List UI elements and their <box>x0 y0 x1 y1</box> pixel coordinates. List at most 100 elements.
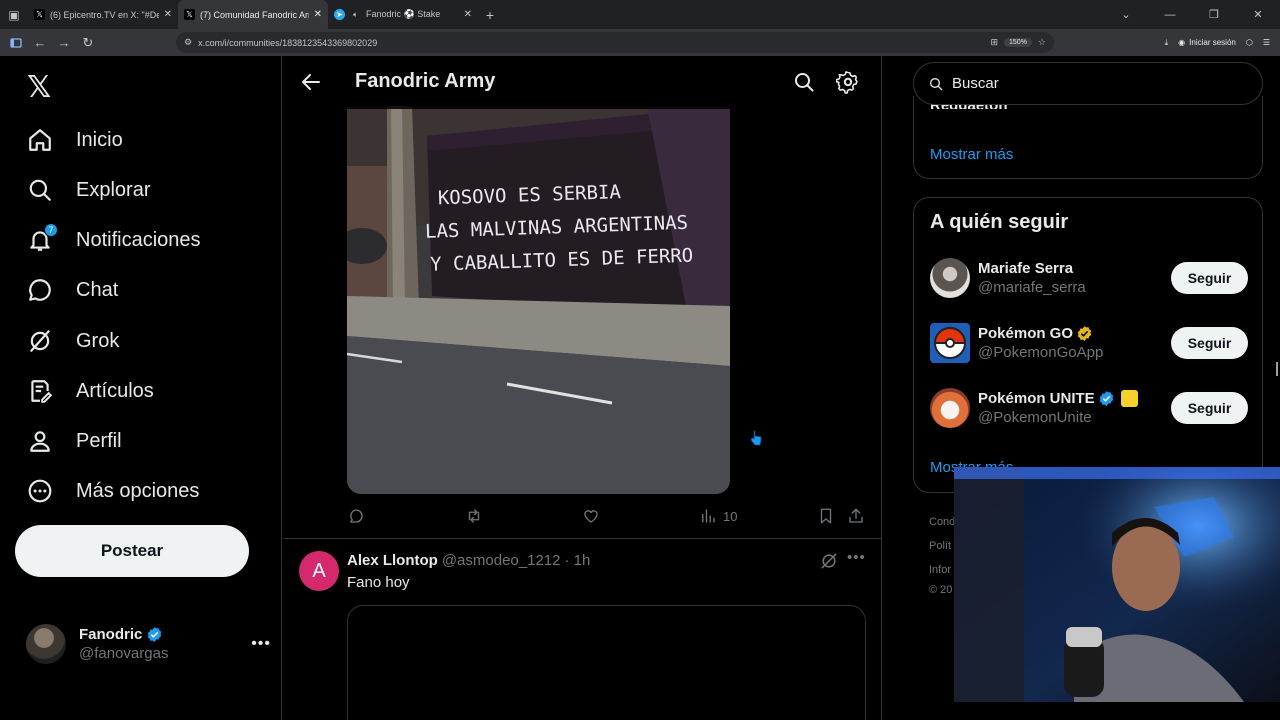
nav-label: Explorar <box>76 178 151 201</box>
share-button[interactable] <box>847 507 865 525</box>
reload-icon[interactable]: ↻ <box>76 29 100 56</box>
tweet[interactable]: A Alex Llontop @asmodeo_1212 · 1h ••• Fa… <box>283 539 881 720</box>
follow-suggestion[interactable]: Pokémon GO @PokemonGoApp Seguir <box>930 321 1248 365</box>
avatar[interactable] <box>930 388 970 428</box>
close-window-icon[interactable]: ✕ <box>1236 8 1280 21</box>
back-arrow-icon[interactable] <box>299 70 323 94</box>
post-button[interactable]: Postear <box>15 525 249 577</box>
footer-link[interactable]: Infor <box>929 564 951 576</box>
follow-suggestion[interactable]: Mariafe Serra @mariafe_serra Seguir <box>930 256 1248 300</box>
nav-item-more[interactable]: Más opciones <box>26 471 199 511</box>
browser-tab-active[interactable]: 𝕏 (7) Comunidad Fanodric Army / X ✕ <box>178 0 328 29</box>
telegram-icon: ➤ <box>334 9 345 20</box>
footer-copyright: © 20 <box>929 584 953 596</box>
forward-icon[interactable]: → <box>52 29 76 56</box>
search-icon[interactable] <box>792 70 816 94</box>
tweet-time[interactable]: · 1h <box>564 552 590 569</box>
install-icon[interactable]: ⊞ <box>990 37 998 48</box>
menu-icon[interactable]: ☰ <box>1263 38 1270 47</box>
address-bar[interactable]: ⚙︎ x.com/i/communities/18381235433698020… <box>176 32 1054 53</box>
nav-item-home[interactable]: Inicio <box>26 120 123 160</box>
verified-badge-icon <box>148 627 162 642</box>
nav-label: Chat <box>76 278 119 301</box>
tweet-text: Fano hoy <box>347 574 410 591</box>
tab-search-icon[interactable]: ⌄ <box>1104 8 1148 21</box>
browser-toolbar: ← → ↻ ⚙︎ x.com/i/communities/18381235433… <box>0 29 1280 56</box>
x-logo-icon[interactable]: 𝕏 <box>27 70 51 105</box>
new-tab-icon[interactable]: + <box>478 7 502 23</box>
search-icon <box>26 176 54 204</box>
like-button[interactable] <box>582 507 600 525</box>
tab-actions-icon[interactable]: ▣ <box>0 0 28 29</box>
tweet-author-name[interactable]: Alex Llontop <box>347 552 438 569</box>
window-controls: ⌄ — ❐ ✕ <box>1104 0 1280 29</box>
signin-label: Iniciar sesión <box>1189 38 1236 47</box>
scrollbar-thumb[interactable] <box>1276 362 1278 376</box>
nav-item-articles[interactable]: Artículos <box>26 371 154 411</box>
graffiti-text: KOSOVO ES SERBIA LAS MALVINAS ARGENTINAS… <box>425 174 694 282</box>
sidebar-toggle-icon[interactable] <box>4 29 28 56</box>
star-icon[interactable]: ☆ <box>1038 37 1046 48</box>
nav-item-chat[interactable]: Chat <box>26 270 118 310</box>
follow-suggestion[interactable]: Pokémon UNITE @PokemonUnite Seguir <box>930 386 1248 430</box>
site-info-icon[interactable]: ⚙︎ <box>184 37 192 48</box>
nav-label: Grok <box>76 329 120 352</box>
tweet-author-handle[interactable]: @asmodeo_1212 <box>442 552 561 569</box>
nav-item-profile[interactable]: Perfil <box>26 421 122 461</box>
suggestion-name[interactable]: Mariafe Serra <box>978 260 1073 277</box>
tab-close-icon[interactable]: ✕ <box>314 9 322 20</box>
search-input[interactable]: Buscar <box>913 62 1263 105</box>
suggestion-handle: @mariafe_serra <box>978 279 1086 296</box>
views-button[interactable]: 10 <box>699 507 737 525</box>
search-icon <box>930 77 943 90</box>
repost-button[interactable] <box>465 507 483 525</box>
back-icon[interactable]: ← <box>28 29 52 56</box>
account-switcher[interactable]: Fanodric @fanovargas ••• <box>26 622 271 666</box>
minimize-icon[interactable]: — <box>1148 9 1192 21</box>
more-icon[interactable]: ••• <box>847 549 866 566</box>
nav-item-notifications[interactable]: 7 Notificaciones <box>26 220 201 260</box>
extensions-icon[interactable]: ⬡ <box>1246 38 1253 47</box>
x-logo-icon: 𝕏 <box>184 9 195 20</box>
tweet-media[interactable] <box>347 605 866 720</box>
reply-button[interactable] <box>347 507 365 525</box>
analytics-icon <box>702 509 715 523</box>
bookmark-button[interactable] <box>817 507 835 525</box>
avatar[interactable]: A <box>299 551 339 591</box>
footer-link[interactable]: Polít <box>929 540 951 552</box>
follow-button[interactable]: Seguir <box>1171 392 1248 424</box>
search-placeholder: Buscar <box>952 75 999 92</box>
nav-label: Inicio <box>76 128 123 151</box>
show-more-link[interactable]: Mostrar más <box>930 146 1013 163</box>
gear-icon[interactable] <box>836 70 860 94</box>
street-photo-image <box>347 106 730 494</box>
suggestion-name[interactable]: Pokémon GO <box>978 325 1073 342</box>
footer-link[interactable]: Cond <box>929 516 955 528</box>
follow-button[interactable]: Seguir <box>1171 327 1248 359</box>
download-icon[interactable]: ⤓ <box>1165 38 1169 48</box>
avatar[interactable] <box>930 258 970 298</box>
signin-button[interactable]: ◉ Iniciar sesión <box>1178 38 1236 47</box>
tweet-photo[interactable]: KOSOVO ES SERBIA LAS MALVINAS ARGENTINAS… <box>347 106 730 494</box>
restore-icon[interactable]: ❐ <box>1192 8 1236 21</box>
grok-icon[interactable] <box>819 551 839 571</box>
tab-title: (6) Epicentro.TV en X: "#Debate <box>50 9 159 20</box>
community-header: Fanodric Army <box>283 56 881 109</box>
speaker-icon[interactable]: 🔈︎ <box>350 9 361 20</box>
more-icon[interactable]: ••• <box>251 635 271 653</box>
nav-item-grok[interactable]: Grok <box>26 321 119 361</box>
browser-tab[interactable]: 𝕏 (6) Epicentro.TV en X: "#Debate ✕ <box>28 0 178 29</box>
avatar[interactable] <box>930 323 970 363</box>
nav-item-explore[interactable]: Explorar <box>26 170 150 210</box>
x-logo-icon: 𝕏 <box>34 9 45 20</box>
verified-badge-icon <box>1099 391 1113 406</box>
tab-close-icon[interactable]: ✕ <box>464 9 472 20</box>
webcam-video-image <box>954 467 1280 702</box>
page-title: Fanodric Army <box>355 70 496 92</box>
follow-button[interactable]: Seguir <box>1171 262 1248 294</box>
suggestion-name[interactable]: Pokémon UNITE <box>978 390 1095 407</box>
webcam-overlay <box>954 467 1280 702</box>
zoom-indicator[interactable]: 150% <box>1004 38 1032 47</box>
tab-close-icon[interactable]: ✕ <box>164 9 172 20</box>
browser-tab[interactable]: ➤ 🔈︎ Fanodric ⚽ Stake ✕ <box>328 0 478 29</box>
